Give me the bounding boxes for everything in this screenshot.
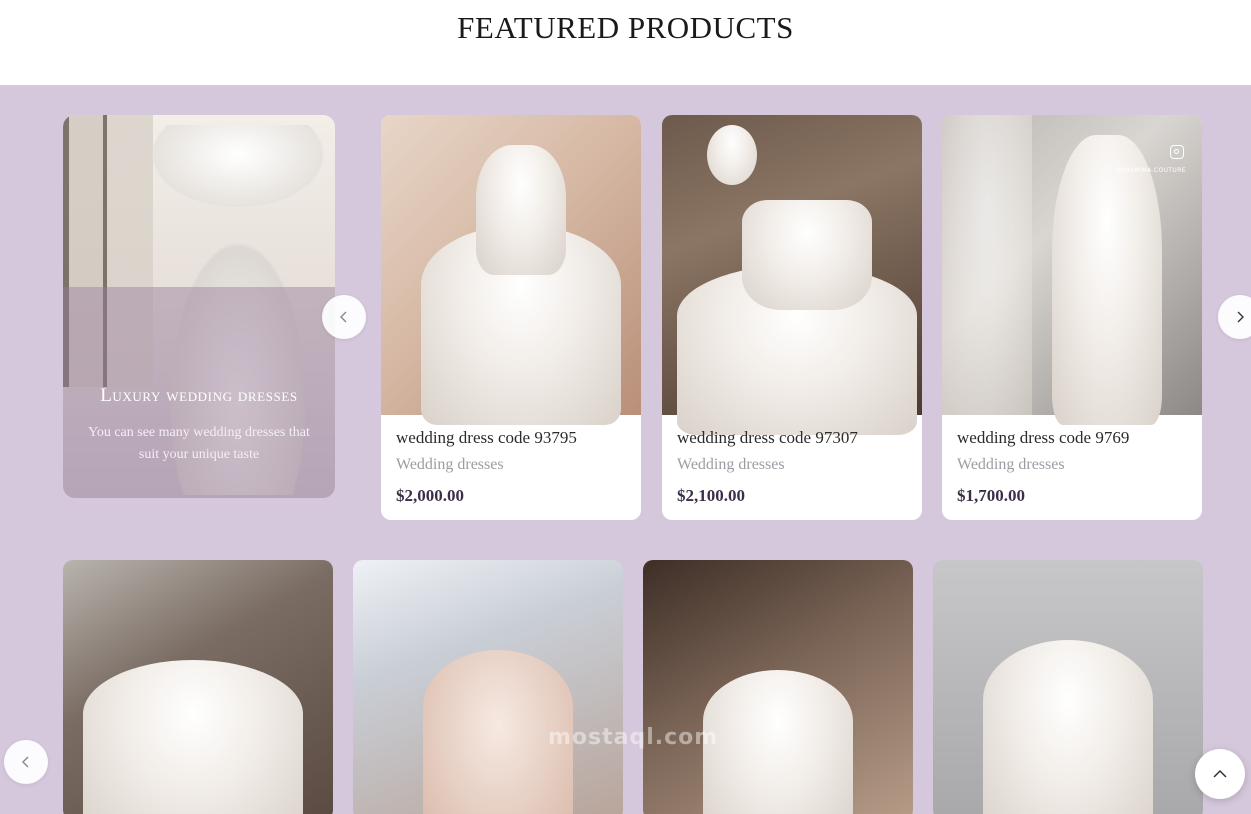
product-name[interactable]: wedding dress code 97307 bbox=[677, 428, 858, 448]
bodice-shape bbox=[742, 200, 872, 310]
dress-shape bbox=[83, 660, 303, 814]
product-image[interactable] bbox=[63, 560, 333, 814]
product-category[interactable]: Wedding dresses bbox=[396, 456, 504, 474]
product-image[interactable] bbox=[643, 560, 913, 814]
carousel-next-button[interactable] bbox=[1218, 295, 1251, 339]
product-card[interactable]: wedding dress code 97307 Wedding dresses… bbox=[662, 115, 922, 520]
section-header: FEATURED PRODUCTS bbox=[0, 0, 1251, 85]
chevron-left-icon bbox=[22, 756, 29, 768]
scroll-to-top-button[interactable] bbox=[1195, 749, 1245, 799]
product-image[interactable] bbox=[353, 560, 623, 814]
bodice-shape bbox=[476, 145, 566, 275]
promo-banner[interactable]: Luxury wedding dresses You can see many … bbox=[63, 115, 335, 498]
product-price: $2,000.00 bbox=[396, 486, 464, 505]
watermark-text: mostaql.com bbox=[548, 725, 719, 750]
product-category[interactable]: Wedding dresses bbox=[677, 456, 785, 474]
carousel-prev-button-row2[interactable] bbox=[4, 740, 48, 784]
carousel-prev-button[interactable] bbox=[322, 295, 366, 339]
product-card[interactable]: @YASMINA.COUTURE wedding dress code 9769… bbox=[942, 115, 1202, 520]
dress-shape bbox=[983, 640, 1153, 814]
section-title: FEATURED PRODUCTS bbox=[457, 10, 794, 45]
product-card[interactable]: wedding dress code 93795 Wedding dresses… bbox=[381, 115, 641, 520]
product-image[interactable] bbox=[662, 115, 922, 435]
bouquet-shape bbox=[707, 125, 757, 185]
product-price: $1,700.00 bbox=[957, 486, 1025, 505]
chevron-right-icon bbox=[1237, 311, 1244, 323]
dress-shape bbox=[703, 670, 853, 814]
product-image[interactable] bbox=[381, 115, 641, 425]
featured-products-section: Luxury wedding dresses You can see many … bbox=[0, 85, 1251, 814]
dress-shape bbox=[1052, 135, 1162, 425]
product-image[interactable]: @YASMINA.COUTURE bbox=[942, 115, 1202, 425]
chevron-up-icon bbox=[1213, 769, 1227, 778]
product-category[interactable]: Wedding dresses bbox=[957, 456, 1065, 474]
promo-subtitle: You can see many wedding dresses that su… bbox=[88, 425, 310, 462]
product-price: $2,100.00 bbox=[677, 486, 745, 505]
promo-title: Luxury wedding dresses bbox=[100, 385, 298, 406]
instagram-icon bbox=[1170, 145, 1184, 159]
product-image[interactable] bbox=[933, 560, 1203, 814]
chevron-left-icon bbox=[340, 311, 347, 323]
product-name[interactable]: wedding dress code 93795 bbox=[396, 428, 577, 448]
veil-shape bbox=[942, 115, 1032, 415]
image-overlay-tag: @YASMINA.COUTURE bbox=[1115, 167, 1186, 174]
product-name[interactable]: wedding dress code 9769 bbox=[957, 428, 1129, 448]
